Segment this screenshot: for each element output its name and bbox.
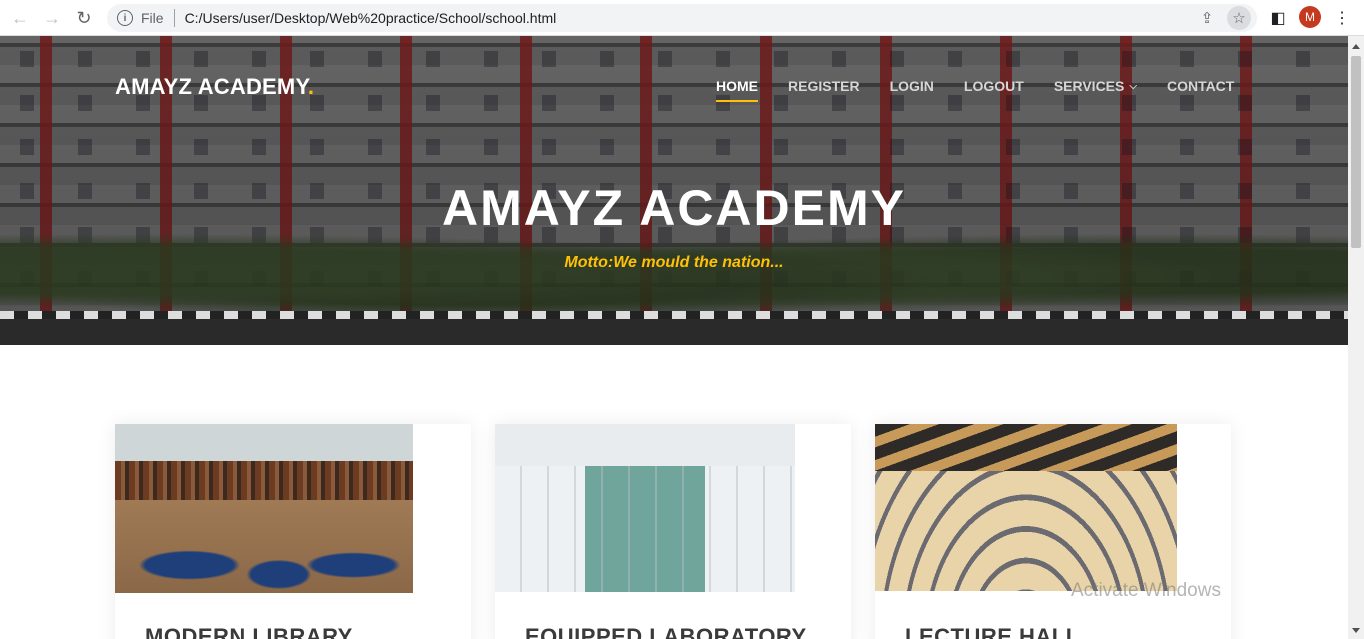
url-text[interactable]: C:/Users/user/Desktop/Web%20practice/Sch… — [185, 10, 557, 26]
feature-card[interactable]: EQUIPPED LABORATORY — [495, 424, 851, 639]
site-logo-text: AMAYZ ACADEMY — [115, 74, 308, 99]
forward-arrow-icon[interactable]: → — [40, 6, 64, 30]
hero-background-road — [0, 311, 1348, 345]
hero-title: AMAYZ ACADEMY — [442, 180, 906, 236]
scroll-up-arrow-icon[interactable] — [1352, 44, 1360, 49]
chevron-down-icon: ⌵ — [1129, 80, 1137, 92]
hero-banner: AMAYZ ACADEMY. HOME REGISTER LOGIN LOGOU… — [0, 36, 1348, 345]
site-logo[interactable]: AMAYZ ACADEMY. — [115, 74, 314, 100]
site-logo-dot: . — [307, 74, 315, 99]
card-title: MODERN LIBRARY — [145, 624, 353, 639]
feature-card[interactable]: MODERN LIBRARY — [115, 424, 471, 639]
file-label: File — [141, 10, 164, 26]
scrollbar-thumb[interactable] — [1351, 56, 1361, 248]
reload-icon[interactable]: ↻ — [72, 6, 96, 30]
nav-logout[interactable]: LOGOUT — [964, 78, 1024, 94]
share-icon[interactable]: ⇪ — [1195, 6, 1219, 30]
feature-card[interactable]: LECTURE HALL — [875, 424, 1231, 639]
library-photo — [115, 424, 413, 593]
nav-register[interactable]: REGISTER — [788, 78, 860, 94]
page-viewport: AMAYZ ACADEMY. HOME REGISTER LOGIN LOGOU… — [0, 36, 1348, 639]
card-title: LECTURE HALL — [905, 624, 1080, 639]
nav-home[interactable]: HOME — [716, 78, 758, 102]
nav-login[interactable]: LOGIN — [890, 78, 934, 94]
back-arrow-icon[interactable]: ← — [8, 6, 32, 30]
nav-services-label: SERVICES — [1053, 78, 1125, 94]
scroll-down-arrow-icon[interactable] — [1352, 628, 1360, 633]
vertical-scrollbar[interactable] — [1348, 36, 1364, 639]
nav-services[interactable]: SERVICES ⌵ — [1054, 78, 1137, 94]
main-navigation: HOME REGISTER LOGIN LOGOUT SERVICES ⌵ CO… — [716, 78, 1264, 102]
browser-toolbar: ← → ↻ i File C:/Users/user/Desktop/Web%2… — [0, 0, 1364, 36]
address-divider — [173, 9, 175, 27]
side-panel-icon[interactable]: ◧ — [1266, 6, 1290, 30]
lecture-hall-photo — [875, 424, 1177, 591]
profile-avatar[interactable]: M — [1299, 6, 1321, 28]
laboratory-photo — [495, 424, 795, 592]
hero-motto: Motto:We mould the nation... — [564, 254, 784, 271]
card-title: EQUIPPED LABORATORY — [525, 624, 807, 639]
bookmark-star-icon[interactable]: ☆ — [1227, 6, 1251, 30]
address-bar[interactable]: i File C:/Users/user/Desktop/Web%20pract… — [107, 4, 1257, 32]
info-icon[interactable]: i — [117, 10, 133, 26]
nav-contact[interactable]: CONTACT — [1167, 78, 1234, 94]
windows-activation-watermark: Activate Windows — [1071, 580, 1221, 601]
more-menu-icon[interactable]: ⋮ — [1330, 6, 1354, 30]
